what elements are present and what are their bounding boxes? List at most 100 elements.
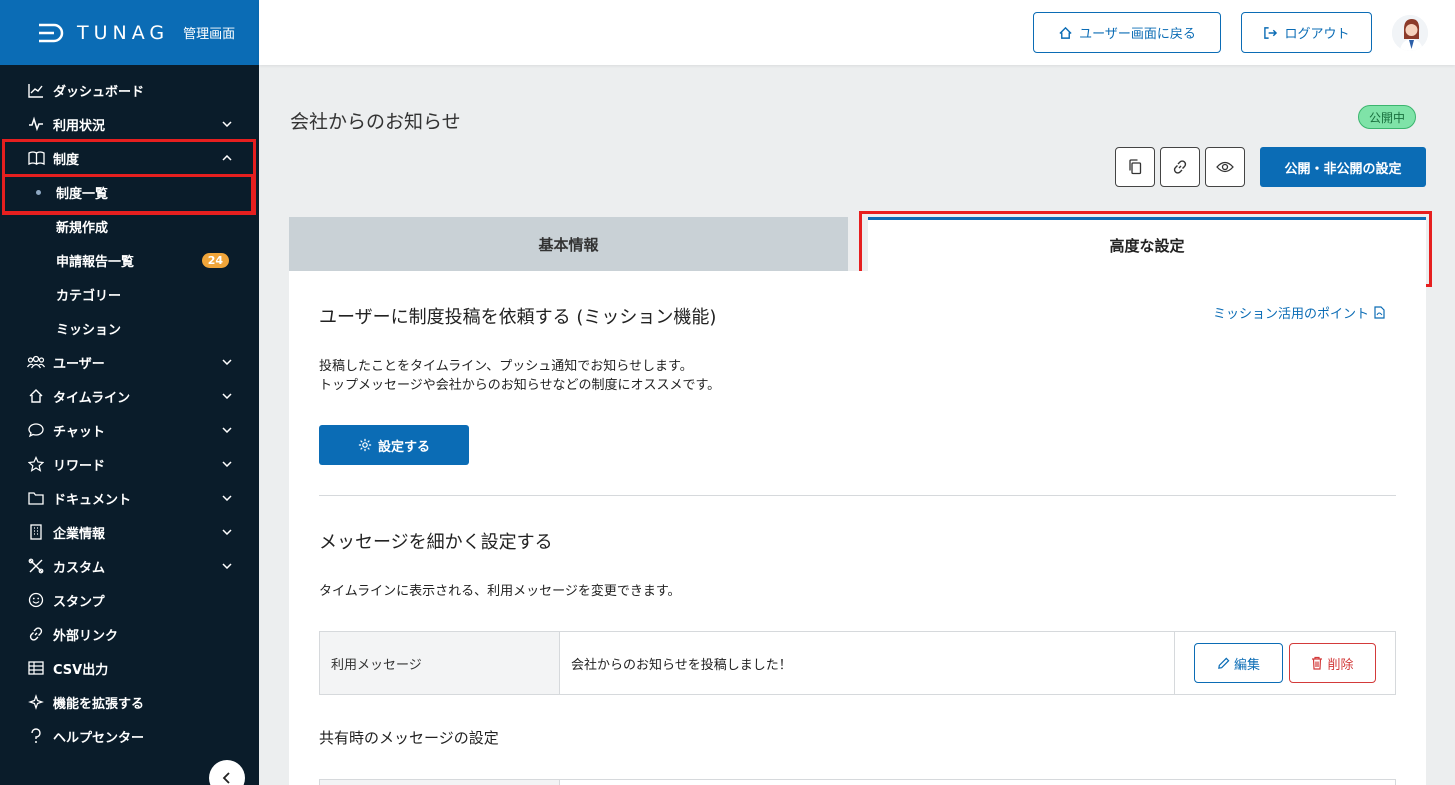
chevron-left-icon: [222, 772, 230, 784]
sidebar-subitem-category[interactable]: カテゴリー: [0, 277, 259, 311]
tab-basic-info[interactable]: 基本情報: [289, 217, 848, 271]
message-section-title: メッセージを細かく設定する: [319, 532, 553, 553]
sidebar-item-reward[interactable]: リワード: [0, 447, 259, 481]
logout-label: ログアウト: [1284, 27, 1350, 42]
sidebar-item-label: 制度: [53, 152, 80, 168]
mission-desc-line: 投稿したことをタイムライン、プッシュ通知でお知らせします。: [319, 359, 693, 374]
publish-settings-button[interactable]: 公開・非公開の設定: [1260, 147, 1426, 187]
back-to-user-button[interactable]: ユーザー画面に戻る: [1033, 12, 1221, 53]
users-icon: [27, 353, 45, 371]
sidebar-item-custom[interactable]: カスタム: [0, 549, 259, 583]
chevron-down-icon: [221, 526, 233, 538]
sidebar-subitem-mission[interactable]: ミッション: [0, 311, 259, 345]
sidebar: TUNAG 管理画面 ダッシュボード 利用状況 制度 制度一覧 新規作成 申請報…: [0, 0, 259, 785]
sidebar-subitem-new[interactable]: 新規作成: [0, 209, 259, 243]
sidebar-item-label: 利用状況: [53, 118, 106, 134]
mission-description: 投稿したことをタイムライン、プッシュ通知でお知らせします。 トップメッセージや会…: [319, 357, 720, 395]
gear-icon: [358, 438, 372, 452]
home-icon: [27, 387, 45, 405]
copy-icon: [1129, 159, 1142, 175]
mission-tips-link[interactable]: ミッション活用のポイント: [1213, 303, 1385, 322]
chevron-down-icon: [221, 356, 233, 368]
active-dot-icon: [36, 190, 41, 195]
pdf-icon: [1374, 306, 1385, 319]
message-row-value: 会社からのお知らせを投稿しました！: [560, 632, 1175, 694]
book-icon: [27, 149, 45, 167]
sidebar-item-document[interactable]: ドキュメント: [0, 481, 259, 515]
chevron-down-icon: [221, 560, 233, 572]
sidebar-item-stamp[interactable]: スタンプ: [0, 583, 259, 617]
sidebar-item-dashboard[interactable]: ダッシュボード: [0, 73, 259, 107]
sidebar-item-label: 企業情報: [53, 526, 106, 542]
link-icon: [27, 625, 45, 643]
sparkle-icon: [27, 693, 45, 711]
folder-icon: [27, 489, 45, 507]
chevron-up-icon: [221, 152, 233, 164]
message-table: 利用メッセージ 会社からのお知らせを投稿しました！ 編集 削除: [319, 631, 1396, 695]
mission-section-title: ユーザーに制度投稿を依頼する (ミッション機能): [319, 307, 717, 328]
sidebar-subitem-label: ミッション: [56, 322, 122, 338]
sidebar-item-label: CSV出力: [53, 662, 109, 678]
sidebar-item-label: リワード: [53, 458, 106, 474]
star-icon: [27, 455, 45, 473]
sidebar-subitem-label: 新規作成: [56, 220, 109, 236]
sidebar-item-csv[interactable]: CSV出力: [0, 651, 259, 685]
sidebar-item-label: ヘルプセンター: [53, 730, 145, 746]
status-badge: 公開中: [1358, 105, 1416, 129]
mission-desc-line: トップメッセージや会社からのお知らせなどの制度にオススメです。: [319, 378, 721, 393]
table-icon: [27, 659, 45, 677]
count-badge: 24: [201, 252, 229, 268]
sidebar-item-help[interactable]: ヘルプセンター: [0, 719, 259, 753]
sidebar-item-extend[interactable]: 機能を拡張する: [0, 685, 259, 719]
mission-tips-label: ミッション活用のポイント: [1213, 307, 1370, 322]
chart-line-icon: [27, 81, 45, 99]
sidebar-item-label: 機能を拡張する: [53, 696, 145, 712]
edit-label: 編集: [1233, 657, 1260, 673]
sidebar-item-users[interactable]: ユーザー: [0, 345, 259, 379]
message-description: タイムラインに表示される、利用メッセージを変更できます。: [319, 584, 681, 599]
sidebar-item-external-link[interactable]: 外部リンク: [0, 617, 259, 651]
logo-text: TUNAG: [77, 21, 170, 44]
pulse-icon: [27, 115, 45, 133]
copy-button[interactable]: [1115, 147, 1155, 187]
building-icon: [27, 523, 45, 541]
logo-subtitle: 管理画面: [183, 27, 236, 42]
mission-settings-button[interactable]: 設定する: [319, 425, 469, 465]
divider: [319, 495, 1396, 496]
sidebar-item-label: カスタム: [53, 560, 106, 576]
tools-icon: [27, 557, 45, 575]
sidebar-subitem-reports[interactable]: 申請報告一覧 24: [0, 243, 259, 277]
edit-button[interactable]: 編集: [1194, 643, 1283, 683]
logo-bar[interactable]: TUNAG 管理画面: [0, 0, 259, 65]
sidebar-subitem-label: 制度一覧: [56, 186, 109, 202]
sidebar-item-label: チャット: [53, 424, 105, 440]
sidebar-item-system[interactable]: 制度: [0, 141, 259, 175]
sidebar-item-label: スタンプ: [53, 594, 105, 610]
sidebar-collapse-button[interactable]: [209, 760, 245, 785]
chat-icon: [27, 421, 45, 439]
link-button[interactable]: [1160, 147, 1200, 187]
smile-icon: [27, 591, 45, 609]
share-table: [319, 779, 1396, 785]
logout-icon: [1264, 26, 1278, 39]
sidebar-item-label: ドキュメント: [53, 492, 132, 508]
home-icon: [1059, 26, 1072, 39]
back-to-user-label: ユーザー画面に戻る: [1079, 27, 1196, 42]
sidebar-item-usage[interactable]: 利用状況: [0, 107, 259, 141]
top-header: ユーザー画面に戻る ログアウト: [259, 0, 1455, 65]
preview-button[interactable]: [1205, 147, 1245, 187]
pencil-icon: [1218, 657, 1230, 669]
sidebar-subitem-system-list[interactable]: 制度一覧: [0, 175, 259, 209]
delete-button[interactable]: 削除: [1289, 643, 1376, 683]
sidebar-item-timeline[interactable]: タイムライン: [0, 379, 259, 413]
tunag-logo-icon: [37, 22, 67, 44]
page-title: 会社からのお知らせ: [290, 111, 461, 133]
chevron-down-icon: [221, 118, 233, 130]
sidebar-item-label: 外部リンク: [53, 628, 119, 644]
avatar[interactable]: [1392, 15, 1428, 51]
logout-button[interactable]: ログアウト: [1241, 12, 1372, 53]
sidebar-item-company[interactable]: 企業情報: [0, 515, 259, 549]
tab-advanced-settings[interactable]: 高度な設定: [868, 217, 1426, 271]
sidebar-subitem-label: カテゴリー: [56, 288, 122, 304]
sidebar-item-chat[interactable]: チャット: [0, 413, 259, 447]
